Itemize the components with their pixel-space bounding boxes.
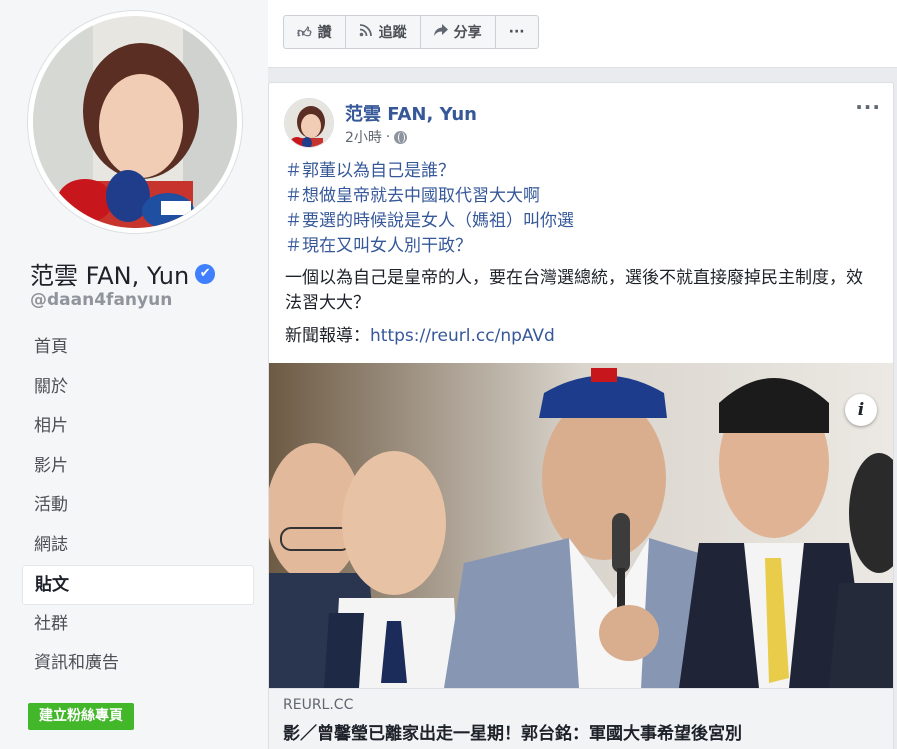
page-navigation: 首頁 關於 相片 影片 活動 網誌 貼文 社群 資訊和廣告: [22, 328, 254, 684]
page-name[interactable]: 范雲 FAN, Yun ✔: [30, 256, 216, 291]
news-prefix: 新聞報導：: [285, 326, 370, 346]
post-timestamp[interactable]: 2小時: [345, 127, 382, 147]
verified-badge-icon: ✔: [195, 263, 216, 284]
nav-item-photos[interactable]: 相片: [22, 407, 254, 447]
link-domain: REURL.CC: [283, 697, 354, 713]
post-card: 范雲 FAN, Yun 2小時 · ··· ＃郭董以為自己是誰？ ＃想做皇帝就去…: [268, 82, 894, 749]
nav-item-community[interactable]: 社群: [22, 605, 254, 645]
page-handle[interactable]: @daan4fanyun: [30, 290, 172, 310]
like-button[interactable]: 👍︎ 讚: [284, 16, 346, 48]
share-button[interactable]: 分享: [421, 16, 496, 48]
globe-icon[interactable]: [394, 130, 408, 144]
left-column: 范雲 FAN, Yun ✔ @daan4fanyun 首頁 關於 相片 影片 活…: [0, 0, 268, 749]
follow-label: 追蹤: [378, 25, 407, 41]
link-preview-image[interactable]: [269, 363, 893, 688]
post-meta: 2小時 ·: [345, 127, 408, 147]
hashtag-link[interactable]: ＃郭董以為自己是誰？: [285, 159, 879, 184]
share-arrow-icon: [433, 23, 448, 41]
info-icon[interactable]: i: [845, 394, 877, 426]
profile-picture[interactable]: [28, 11, 242, 233]
nav-item-home[interactable]: 首頁: [22, 328, 254, 368]
page-action-bar: 👍︎ 讚 追蹤 分享 ···: [268, 0, 897, 68]
post-paragraph: 一個以為自己是皇帝的人，要在台灣選總統，選後不就直接廢掉民主制度，效法習大大？: [285, 268, 863, 313]
news-line: 新聞報導：https://reurl.cc/npAVd: [285, 324, 879, 349]
nav-item-info-and-ads[interactable]: 資訊和廣告: [22, 644, 254, 684]
post-options-icon[interactable]: ···: [855, 95, 881, 119]
post-body: ＃郭董以為自己是誰？ ＃想做皇帝就去中國取代習大大啊 ＃要選的時候說是女人（媽祖…: [285, 159, 879, 349]
nav-item-notes[interactable]: 網誌: [22, 526, 254, 566]
thumbs-up-icon: 👍︎: [297, 24, 312, 41]
hashtag-link[interactable]: ＃要選的時候說是女人（媽祖）叫你選: [285, 209, 879, 234]
like-label: 讚: [317, 25, 332, 41]
page-name-text[interactable]: 范雲 FAN, Yun: [30, 256, 189, 291]
nav-item-posts[interactable]: 貼文: [22, 565, 254, 605]
hashtag-link[interactable]: ＃想做皇帝就去中國取代習大大啊: [285, 184, 879, 209]
follow-button[interactable]: 追蹤: [346, 16, 421, 48]
action-button-group: 👍︎ 讚 追蹤 分享 ···: [283, 15, 539, 49]
post-author-name[interactable]: 范雲 FAN, Yun: [345, 100, 477, 126]
create-page-button[interactable]: 建立粉絲專頁: [28, 703, 134, 730]
post-author-avatar[interactable]: [284, 98, 334, 148]
more-dots-icon: ···: [508, 24, 525, 40]
share-label: 分享: [453, 25, 482, 41]
more-options-button[interactable]: ···: [496, 16, 538, 48]
news-link[interactable]: https://reurl.cc/npAVd: [370, 326, 555, 346]
dot-separator: ·: [385, 129, 391, 145]
nav-item-events[interactable]: 活動: [22, 486, 254, 526]
rss-icon: [359, 23, 373, 41]
link-headline[interactable]: 影／曾馨瑩已離家出走一星期！郭台銘：軍國大事希望後宮別: [283, 719, 879, 744]
nav-item-videos[interactable]: 影片: [22, 447, 254, 487]
link-preview-caption[interactable]: REURL.CC 影／曾馨瑩已離家出走一星期！郭台銘：軍國大事希望後宮別: [269, 688, 893, 749]
nav-item-about[interactable]: 關於: [22, 368, 254, 408]
hashtag-link[interactable]: ＃現在又叫女人別干政？: [285, 234, 879, 259]
